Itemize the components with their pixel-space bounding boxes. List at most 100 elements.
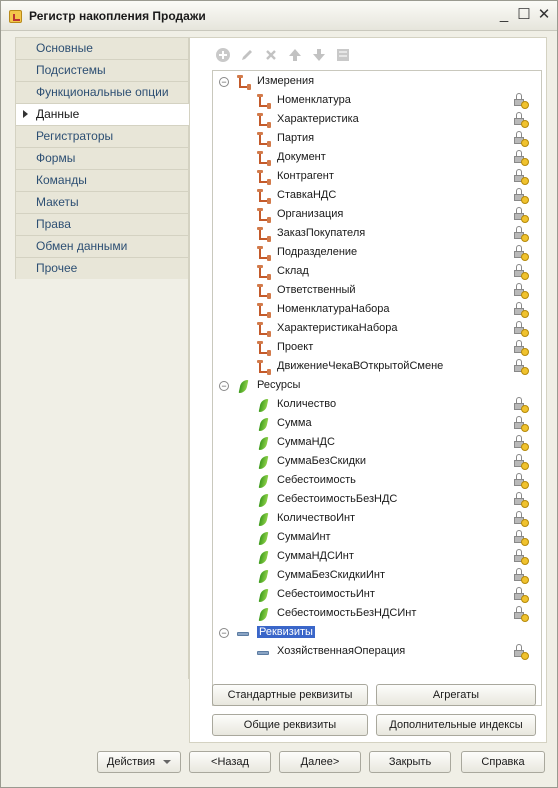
delete-icon[interactable] bbox=[262, 47, 280, 65]
tree-item[interactable]: СуммаБезСкидки bbox=[213, 453, 541, 472]
dimension-icon bbox=[257, 360, 271, 375]
add-icon[interactable] bbox=[214, 47, 232, 65]
next-button[interactable]: Далее> bbox=[279, 751, 361, 773]
tree-item-label: Контрагент bbox=[277, 170, 334, 182]
lock-icon bbox=[513, 225, 531, 243]
tab-3[interactable]: Данные bbox=[15, 103, 197, 125]
help-button[interactable]: Справка bbox=[461, 751, 545, 773]
tree-item[interactable]: СебестоимостьИнт bbox=[213, 586, 541, 605]
actions-button[interactable]: Действия bbox=[97, 751, 181, 773]
resource-icon bbox=[257, 436, 271, 451]
tab-0[interactable]: Основные bbox=[15, 37, 189, 59]
footer-bar: Действия <Назад Далее> Закрыть Справка bbox=[1, 743, 557, 787]
tree-item[interactable]: Контрагент bbox=[213, 168, 541, 187]
lock-icon bbox=[513, 187, 531, 205]
lock-icon bbox=[513, 358, 531, 376]
tree-item-label: СуммаНДСИнт bbox=[277, 550, 354, 562]
dimension-icon bbox=[257, 341, 271, 356]
resource-icon bbox=[257, 512, 271, 527]
tree-item[interactable]: Номенклатура bbox=[213, 92, 541, 111]
tree-item[interactable]: Склад bbox=[213, 263, 541, 282]
tree-item[interactable]: Сумма bbox=[213, 415, 541, 434]
tree-item[interactable]: Партия bbox=[213, 130, 541, 149]
tab-1[interactable]: Подсистемы bbox=[15, 59, 189, 81]
close-icon[interactable]: ✕ bbox=[535, 6, 553, 24]
close-button[interactable]: Закрыть bbox=[369, 751, 451, 773]
move-up-icon[interactable] bbox=[286, 47, 304, 65]
tree-item-label: Себестоимость bbox=[277, 474, 356, 486]
lock-icon bbox=[513, 339, 531, 357]
title-bar: Регистр накопления Продажи _ ☐ ✕ bbox=[1, 1, 557, 31]
lock-icon bbox=[513, 453, 531, 471]
tree-group-attributes[interactable]: − Реквизиты bbox=[213, 624, 541, 643]
resource-icon bbox=[257, 493, 271, 508]
common-attributes-button[interactable]: Общие реквизиты bbox=[212, 714, 368, 736]
lock-icon bbox=[513, 149, 531, 167]
sort-icon[interactable] bbox=[334, 47, 352, 65]
minimize-icon[interactable]: _ bbox=[495, 6, 513, 24]
tab-10[interactable]: Прочее bbox=[15, 257, 189, 279]
move-down-icon[interactable] bbox=[310, 47, 328, 65]
attribute-icon bbox=[237, 626, 251, 641]
tree-item[interactable]: ХозяйственнаяОперация bbox=[213, 643, 541, 662]
resource-icon bbox=[257, 455, 271, 470]
tree-item[interactable]: СуммаИнт bbox=[213, 529, 541, 548]
back-button[interactable]: <Назад bbox=[189, 751, 271, 773]
dimension-icon bbox=[257, 246, 271, 261]
tab-7[interactable]: Макеты bbox=[15, 191, 189, 213]
tree-group-resources[interactable]: − Ресурсы bbox=[213, 377, 541, 396]
tree-item[interactable]: Ответственный bbox=[213, 282, 541, 301]
tree-item[interactable]: СебестоимостьБезНДСИнт bbox=[213, 605, 541, 624]
lock-icon bbox=[513, 130, 531, 148]
tree-item[interactable]: СтавкаНДС bbox=[213, 187, 541, 206]
tree-item[interactable]: Проект bbox=[213, 339, 541, 358]
tree-item[interactable]: Подразделение bbox=[213, 244, 541, 263]
tree-item[interactable]: СуммаНДС bbox=[213, 434, 541, 453]
tree-group-dimensions[interactable]: − Измерения bbox=[213, 73, 541, 92]
tree-item[interactable]: СуммаБезСкидкиИнт bbox=[213, 567, 541, 586]
tab-4[interactable]: Регистраторы bbox=[15, 125, 189, 147]
tree-item[interactable]: Характеристика bbox=[213, 111, 541, 130]
tab-label: Прочее bbox=[36, 261, 78, 275]
collapse-icon[interactable]: − bbox=[219, 77, 229, 87]
edit-icon[interactable] bbox=[238, 47, 256, 65]
tabs-filler bbox=[15, 279, 189, 679]
tab-9[interactable]: Обмен данными bbox=[15, 235, 189, 257]
tree-item[interactable]: Организация bbox=[213, 206, 541, 225]
register-window: Регистр накопления Продажи _ ☐ ✕ Основны… bbox=[0, 0, 558, 788]
resource-icon bbox=[257, 550, 271, 565]
lock-icon bbox=[513, 206, 531, 224]
collapse-icon[interactable]: − bbox=[219, 381, 229, 391]
dimension-icon bbox=[257, 208, 271, 223]
lock-icon bbox=[513, 548, 531, 566]
tree-item[interactable]: ЗаказПокупателя bbox=[213, 225, 541, 244]
tree-item[interactable]: Количество bbox=[213, 396, 541, 415]
tab-6[interactable]: Команды bbox=[15, 169, 189, 191]
aggregates-button[interactable]: Агрегаты bbox=[376, 684, 536, 706]
tree-item-label: СебестоимостьБезНДС bbox=[277, 493, 398, 505]
maximize-icon[interactable]: ☐ bbox=[515, 6, 533, 24]
tree-item[interactable]: Себестоимость bbox=[213, 472, 541, 491]
tree-item[interactable]: ДвижениеЧекаВОткрытойСмене bbox=[213, 358, 541, 377]
standard-attributes-button[interactable]: Стандартные реквизиты bbox=[212, 684, 368, 706]
lock-icon bbox=[513, 472, 531, 490]
tab-label: Регистраторы bbox=[36, 129, 114, 143]
register-icon bbox=[9, 10, 22, 23]
tree-item[interactable]: СуммаНДСИнт bbox=[213, 548, 541, 567]
resource-icon bbox=[237, 379, 251, 394]
collapse-icon[interactable]: − bbox=[219, 628, 229, 638]
tree-item-label: КоличествоИнт bbox=[277, 512, 356, 524]
tree-item[interactable]: НоменклатураНабора bbox=[213, 301, 541, 320]
tree-item[interactable]: КоличествоИнт bbox=[213, 510, 541, 529]
tree-item[interactable]: ХарактеристикаНабора bbox=[213, 320, 541, 339]
tree-item[interactable]: Документ bbox=[213, 149, 541, 168]
additional-indexes-button[interactable]: Дополнительные индексы bbox=[376, 714, 536, 736]
tab-8[interactable]: Права bbox=[15, 213, 189, 235]
data-tree[interactable]: − Измерения Номенклатура Характеристика Парт… bbox=[212, 70, 542, 706]
actions-label: Действия bbox=[106, 756, 156, 768]
tab-5[interactable]: Формы bbox=[15, 147, 189, 169]
lock-icon bbox=[513, 396, 531, 414]
tab-2[interactable]: Функциональные опции bbox=[15, 81, 189, 103]
tree-item[interactable]: СебестоимостьБезНДС bbox=[213, 491, 541, 510]
lock-icon bbox=[513, 567, 531, 585]
